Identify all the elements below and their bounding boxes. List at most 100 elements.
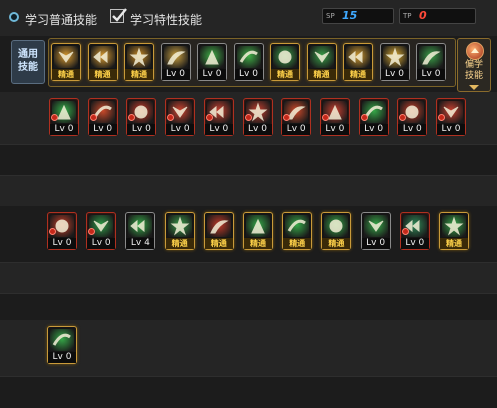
locked-indicator-icon — [51, 114, 58, 121]
skill-curve-slash-icon — [50, 329, 74, 351]
top-bar: 学习普通技能 学习特性技能 SP 15 TP 0 — [0, 0, 497, 36]
skill-spirit-slot[interactable]: 精通 — [439, 212, 469, 250]
trait-skills-checkbox[interactable] — [110, 8, 127, 23]
locked-indicator-icon — [401, 228, 409, 235]
skill-level-label: 精通 — [322, 238, 351, 249]
skill-slash-slot[interactable]: Lv 0 — [87, 98, 118, 136]
skill-wings-icon — [163, 46, 188, 68]
tp-tag: TP — [403, 12, 412, 20]
skill-target-1-slot[interactable]: Lv 0 — [197, 43, 227, 81]
skill-level-label: Lv 0 — [161, 69, 190, 80]
skill-power-up-slot[interactable]: Lv 0 — [379, 43, 410, 81]
skill-level-label: 精通 — [88, 69, 117, 80]
skill-guard-slot[interactable]: Lv 0 — [242, 98, 273, 136]
skill-spin-icon — [167, 215, 192, 237]
skill-nature-icon — [419, 46, 443, 68]
dropdown-arrow-icon — [469, 85, 479, 90]
common-skills-label-line1: 通用 — [18, 49, 38, 60]
sp-value: 15 — [342, 9, 358, 22]
skill-target-2-slot[interactable]: Lv 0 — [233, 43, 264, 81]
skill-bell-slot[interactable]: 精通 — [203, 212, 234, 250]
skill-quick-rebound-slot[interactable]: 精通 — [87, 43, 118, 81]
skill-rush-slot[interactable]: Lv 0 — [203, 98, 234, 136]
skill-arrows-slot[interactable]: Lv 0 — [165, 98, 196, 136]
locked-indicator-icon — [360, 114, 368, 121]
skill-shield-wave-slot[interactable]: Lv 0 — [360, 212, 391, 250]
skill-level-label: Lv 0 — [282, 124, 311, 135]
skill-uppercut-icon — [324, 215, 349, 237]
skill-crescent-slot[interactable]: Lv 0 — [358, 98, 389, 136]
skill-level-label: Lv 0 — [243, 124, 272, 135]
skill-nature-slot[interactable]: Lv 0 — [416, 43, 446, 81]
skill-eye-slot[interactable]: 精通 — [343, 43, 373, 81]
skill-wings-slot[interactable]: Lv 0 — [160, 43, 191, 81]
skill-eye-icon — [346, 46, 370, 68]
skill-level-label: 精通 — [283, 238, 312, 249]
skill-level-label: Lv 0 — [50, 124, 78, 135]
partial-learn-line2: 技能 — [464, 71, 483, 81]
common-skills-label-line2: 技能 — [18, 62, 38, 73]
skill-spin-slot[interactable]: 精通 — [164, 212, 195, 250]
skill-sit-rest-slot[interactable]: 精通 — [51, 43, 81, 81]
skill-target-2-icon — [236, 46, 261, 68]
partial-learn-skills-button[interactable]: 偏学 技能 — [457, 38, 491, 92]
skill-level-label: Lv 0 — [359, 124, 388, 135]
skill-level-label: Lv 0 — [127, 124, 156, 135]
normal-skills-label[interactable]: 学习普通技能 — [25, 11, 97, 28]
skill-leap-slot[interactable]: 精通 — [124, 43, 154, 81]
skill-spirit-icon — [442, 215, 466, 237]
skill-level-label: Lv 0 — [87, 238, 116, 249]
skill-level-label: Lv 0 — [48, 238, 76, 249]
skill-summon-beast-icon — [273, 46, 297, 68]
skill-level-label: Lv 0 — [198, 69, 226, 80]
normal-skills-radio[interactable] — [9, 12, 19, 22]
skill-level-label: 精通 — [271, 69, 299, 80]
locked-indicator-icon — [438, 114, 445, 121]
locked-indicator-icon — [321, 114, 329, 121]
skill-grass-icon — [128, 215, 153, 237]
skill-crane-slot[interactable]: Lv 0 — [399, 212, 430, 250]
skill-level-label: Lv 0 — [88, 124, 117, 135]
skill-kneel-icon — [309, 46, 334, 68]
skill-level-label: Lv 0 — [437, 124, 465, 135]
skill-curve-slash-slot[interactable]: Lv 0 — [47, 326, 77, 364]
skill-kick-slot[interactable]: Lv 0 — [49, 98, 79, 136]
skill-summon-beast-slot[interactable]: 精通 — [270, 43, 300, 81]
skill-level-label: Lv 4 — [126, 238, 155, 249]
skill-vortex-icon — [285, 215, 310, 237]
skill-split-slot[interactable]: 精通 — [243, 212, 273, 250]
skill-split-icon — [246, 215, 270, 237]
skill-burst-slot[interactable]: Lv 0 — [397, 98, 428, 136]
skill-wind-blade-slot[interactable]: Lv 0 — [86, 212, 117, 250]
skill-level-label: Lv 0 — [361, 238, 390, 249]
skill-storm-slot[interactable]: Lv 0 — [436, 98, 466, 136]
locked-indicator-icon — [244, 114, 252, 121]
skill-level-label: Lv 0 — [380, 69, 409, 80]
skill-leap-icon — [127, 46, 151, 68]
skill-cyclone-slot[interactable]: Lv 0 — [319, 98, 350, 136]
skill-level-label: Lv 0 — [398, 124, 427, 135]
skill-flame-cut-slot[interactable]: Lv 0 — [281, 98, 312, 136]
trait-skills-label[interactable]: 学习特性技能 — [130, 11, 202, 28]
skill-level-label: Lv 0 — [234, 69, 263, 80]
tp-value: 0 — [419, 9, 427, 22]
skill-kneel-slot[interactable]: 精通 — [306, 43, 337, 81]
skill-grass-slot[interactable]: Lv 4 — [125, 212, 156, 250]
sp-counter: SP 15 — [322, 8, 394, 24]
skill-level-label: Lv 0 — [417, 69, 445, 80]
skill-level-label: 精通 — [204, 238, 233, 249]
skill-uppercut-slot[interactable]: 精通 — [321, 212, 352, 250]
skill-level-label: 精通 — [244, 238, 272, 249]
skill-level-label: 精通 — [307, 69, 336, 80]
skill-level-label: 精通 — [125, 69, 153, 80]
skill-quick-rebound-icon — [90, 46, 115, 68]
skill-whirl-slot[interactable]: Lv 0 — [126, 98, 157, 136]
skill-level-label: 精通 — [52, 69, 80, 80]
skill-vortex-slot[interactable]: 精通 — [282, 212, 313, 250]
skill-level-label: 精通 — [344, 69, 372, 80]
skill-level-label: Lv 0 — [48, 352, 76, 363]
skill-tornado-slot[interactable]: Lv 0 — [47, 212, 77, 250]
skill-level-label: 精通 — [440, 238, 468, 249]
sp-tag: SP — [326, 12, 335, 20]
checkmark-icon — [112, 8, 127, 22]
